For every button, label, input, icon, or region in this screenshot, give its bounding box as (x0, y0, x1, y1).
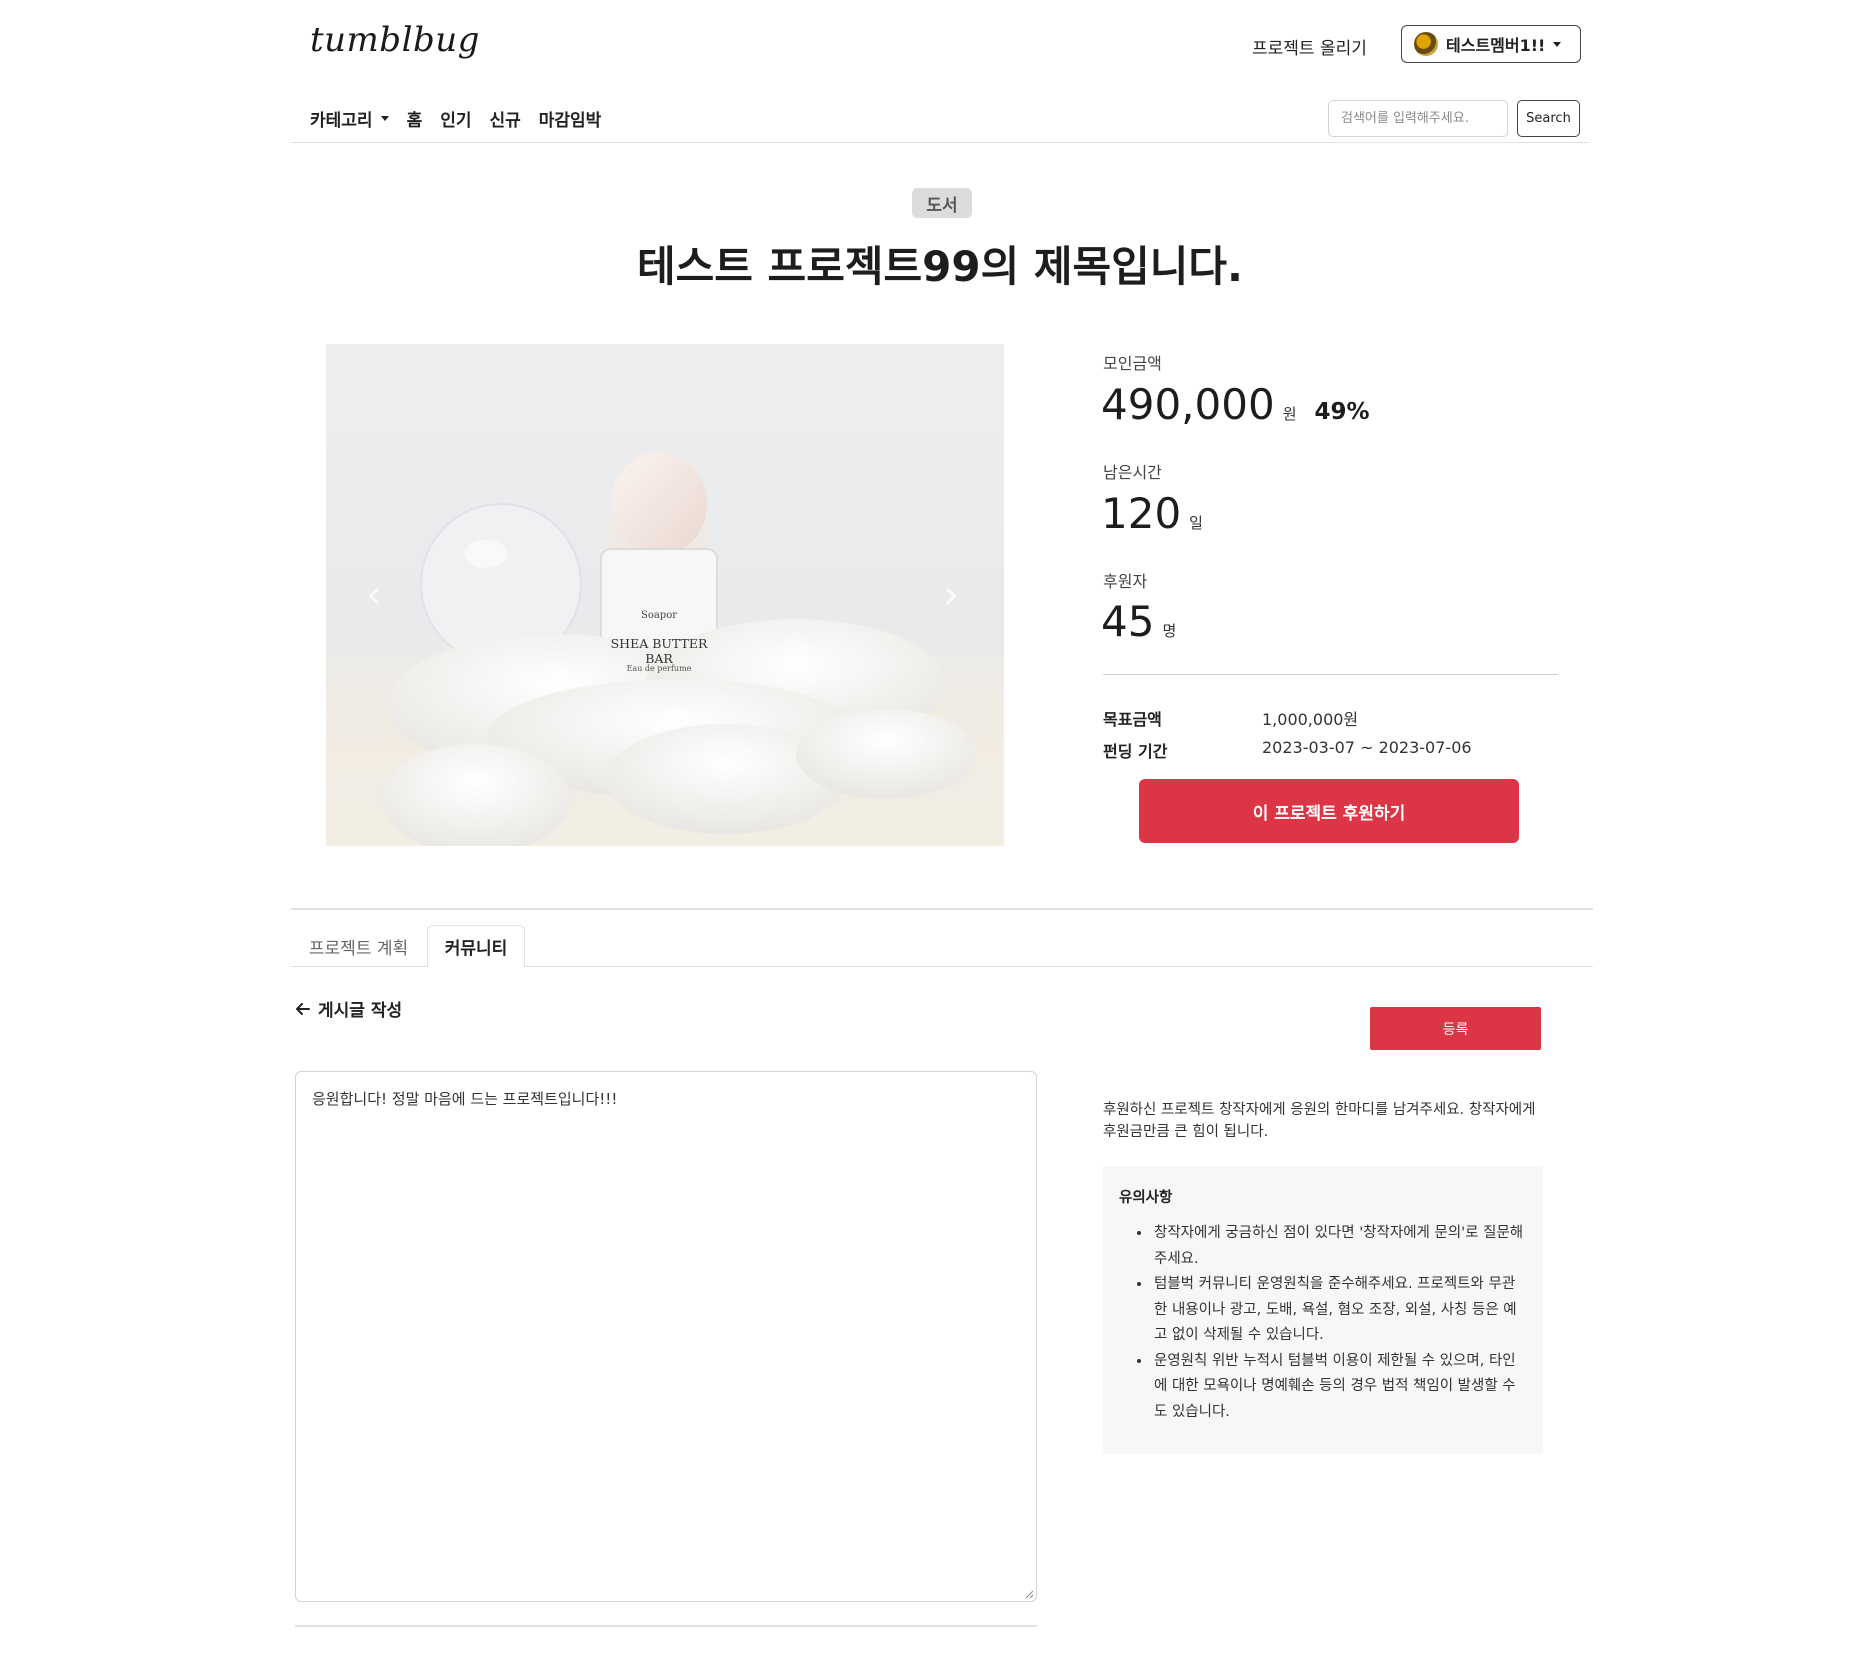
search-input[interactable] (1328, 100, 1508, 137)
community-help-text: 후원하신 프로젝트 창작자에게 응원의 한마디를 남겨주세요. 창작자에게 후원… (1103, 1102, 1536, 1140)
backers-row: 45 명 (1101, 597, 1176, 646)
time-left-unit: 일 (1189, 514, 1203, 532)
product-name: SHEA BUTTER BAR (610, 636, 708, 666)
amount-label: 모인금액 (1103, 354, 1162, 373)
tab-project-plan[interactable]: 프로젝트 계획 (291, 925, 426, 967)
support-project-button[interactable]: 이 프로젝트 후원하기 (1139, 779, 1519, 843)
category-badge: 도서 (912, 188, 972, 218)
notice-title: 유의사항 (1119, 1190, 1173, 1206)
nav-item-home[interactable]: 홈 (407, 106, 423, 131)
arrow-left-icon[interactable] (296, 1002, 310, 1015)
carousel-prev-icon[interactable]: ‹ (366, 572, 382, 618)
upload-project-link[interactable]: 프로젝트 올리기 (1252, 34, 1367, 59)
notice-box: 유의사항 창작자에게 궁금하신 점이 있다면 '창작자에게 문의'로 질문해주세… (1103, 1166, 1543, 1454)
chevron-down-icon (1553, 41, 1562, 47)
logo[interactable]: tumblbug (310, 20, 480, 60)
submit-post-button[interactable]: 등록 (1370, 1007, 1541, 1050)
project-image-carousel: Soapor SHEA BUTTER BAR Eau de perfume ‹ … (326, 344, 1004, 846)
write-post-title: 게시글 작성 (318, 1001, 403, 1021)
header-divider (291, 142, 1589, 143)
nav-item-popular[interactable]: 인기 (440, 106, 471, 131)
time-left-value: 120 (1101, 489, 1182, 538)
list-item: 운영원칙 위반 누적시 텀블벅 이용이 제한될 수 있으며, 타인에 대한 모욕… (1152, 1349, 1527, 1426)
amount-row: 490,000 원 49% (1101, 380, 1370, 429)
category-label: 카테고리 (310, 111, 373, 131)
backers-unit: 명 (1162, 622, 1177, 640)
backers-label: 후원자 (1103, 572, 1148, 591)
goal-value: 1,000,000원 (1262, 710, 1359, 729)
write-post-header: 게시글 작성 (296, 996, 402, 1021)
time-left-label: 남은시간 (1103, 463, 1162, 482)
avatar (1414, 32, 1438, 56)
tab-community[interactable]: 커뮤니티 (427, 925, 525, 967)
period-value: 2023-03-07 ~ 2023-07-06 (1262, 738, 1472, 757)
stats-divider (1103, 674, 1558, 675)
time-left-row: 120 일 (1101, 489, 1203, 538)
user-menu-button[interactable]: 테스트멤버1!! (1401, 25, 1581, 63)
amount-unit: 원 (1282, 405, 1297, 423)
user-name: 테스트멤버1!! (1446, 36, 1546, 55)
list-item: 창작자에게 궁금하신 점이 있다면 '창작자에게 문의'로 질문해주세요. (1152, 1221, 1527, 1272)
goal-label: 목표금액 (1103, 710, 1162, 729)
product-brand: Soapor (640, 610, 678, 621)
nav-item-new[interactable]: 신규 (489, 106, 520, 131)
list-item: 텀블벅 커뮤니티 운영원칙을 준수해주세요. 프로젝트와 무관한 내용이나 광고… (1152, 1272, 1527, 1349)
product-subtitle: Eau de perfume (626, 664, 692, 673)
amount-value: 490,000 (1101, 380, 1275, 429)
bottom-divider (295, 1625, 1037, 1627)
post-textarea[interactable]: 응원합니다! 정말 마음에 드는 프로젝트입니다!!! (295, 1071, 1037, 1602)
main-nav: 카테고리 홈 인기 신규 마감임박 (310, 106, 601, 131)
page-title: 테스트 프로젝트99의 제목입니다. (637, 242, 1243, 291)
product-photo (381, 452, 976, 846)
chevron-down-icon (380, 116, 389, 121)
search-button[interactable]: Search (1517, 100, 1580, 137)
section-divider (291, 908, 1593, 910)
funding-percent: 49% (1314, 399, 1370, 425)
nav-item-closing-soon[interactable]: 마감임박 (539, 106, 602, 131)
category-dropdown[interactable]: 카테고리 (310, 106, 389, 131)
backers-value: 45 (1101, 597, 1155, 646)
resize-handle-icon[interactable] (1024, 1589, 1034, 1599)
notice-list: 창작자에게 궁금하신 점이 있다면 '창작자에게 문의'로 질문해주세요. 텀블… (1119, 1221, 1527, 1425)
carousel-next-icon[interactable]: › (943, 572, 959, 618)
period-label: 펀딩 기간 (1103, 742, 1168, 761)
